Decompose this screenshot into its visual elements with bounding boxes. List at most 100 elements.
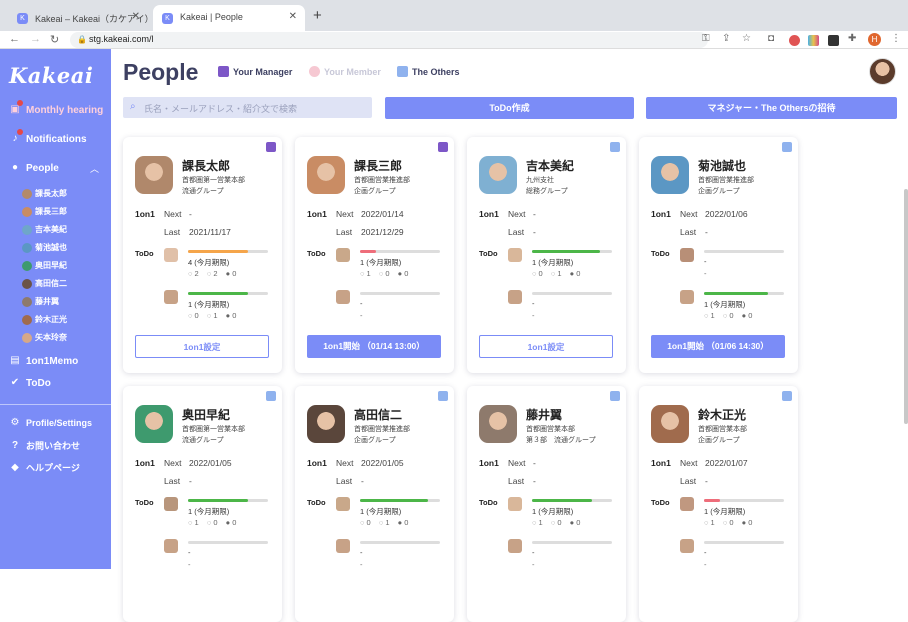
setup-1on1-button[interactable]: 1on1設定	[479, 335, 613, 358]
in-progress-count: ◌ 1	[378, 518, 390, 527]
person-name[interactable]: 高田信二	[354, 406, 402, 423]
filter-your-manager[interactable]: Your Manager	[218, 66, 292, 77]
sidebar-person[interactable]: 課長太郎	[22, 188, 67, 199]
person-card[interactable]: 菊池誠也 首都圏営業推進部 企画グループ 1on1 Next 2022/01/06 L…	[639, 137, 798, 373]
star-icon[interactable]: ☆	[742, 33, 751, 44]
main-content: People Your Manager Your Member The Othe…	[111, 49, 908, 622]
filter-label: Your Manager	[233, 66, 293, 77]
reload-icon[interactable]: ↻	[50, 33, 59, 46]
person-card[interactable]: 課長三郎 首都圏営業推進部 企画グループ 1on1 Next 2022/01/14 L…	[295, 137, 454, 373]
person-card[interactable]: 吉本美紀 九州支社 総務グループ 1on1 Next - Last - ToDo 1 (…	[467, 137, 626, 373]
todo-counts: ◌ 2 ◌ 2 ● 0	[188, 269, 278, 278]
done-count: ● 0	[569, 269, 581, 278]
extension-icon[interactable]	[828, 35, 839, 46]
todo-counts-empty: -	[704, 560, 707, 569]
sidebar-item-help[interactable]: ◆ ヘルプページ	[9, 461, 80, 474]
sidebar-person[interactable]: 菊池誠也	[22, 242, 67, 253]
person-card[interactable]: 課長太郎 首都圏第一営業本部 流通グループ 1on1 Next - Last 2021/…	[123, 137, 282, 373]
manager-badge-icon	[266, 142, 276, 152]
filter-your-member[interactable]: Your Member	[309, 66, 381, 77]
person-name[interactable]: 藤井翼	[526, 406, 562, 423]
pending-count: ◌ 2	[188, 269, 199, 278]
next-date: -	[533, 458, 536, 468]
sidebar-item-label: お問い合わせ	[26, 441, 81, 451]
sidebar-item-monthly-hearing[interactable]: ▣ Monthly hearing	[9, 100, 103, 116]
pending-count: ◌ 0	[532, 269, 543, 278]
avatar	[22, 296, 32, 307]
browser-tab-active[interactable]: K Kakeai | People ✕	[153, 5, 305, 31]
person-card[interactable]: 藤井翼 首都圏営業本部 第３部 流通グループ 1on1 Next - Last - To…	[467, 386, 626, 622]
sidebar-person[interactable]: 藤井翼	[22, 296, 59, 307]
start-1on1-button[interactable]: 1on1開始 （01/14 13:00）	[307, 335, 441, 358]
close-tab-icon[interactable]: ✕	[289, 11, 297, 22]
avatar	[336, 248, 350, 262]
manager-badge-icon	[438, 142, 448, 152]
sidebar-item-contact[interactable]: ? お問い合わせ	[9, 439, 80, 452]
check-circle-icon: ✔	[10, 377, 20, 388]
sidebar-person[interactable]: 奥田早紀	[22, 260, 67, 271]
avatar	[22, 206, 32, 217]
filter-the-others[interactable]: The Others	[397, 66, 460, 77]
person-name[interactable]: 吉本美紀	[526, 157, 574, 174]
scrollbar[interactable]	[904, 189, 908, 424]
kebab-menu-icon[interactable]: ⋮	[891, 33, 901, 44]
sidebar-item-people[interactable]: ● People	[9, 162, 59, 174]
key-icon[interactable]: ⚿	[702, 33, 710, 44]
person-name: 課長太郎	[35, 189, 67, 198]
person-card[interactable]: 奥田早紀 首都圏第一営業本部 流通グループ 1on1 Next 2022/01/05 …	[123, 386, 282, 622]
todo-summary: 1 (今月期限)	[532, 507, 574, 516]
profile-avatar[interactable]: H	[868, 33, 881, 46]
search-input[interactable]: ⌕ 氏名・メールアドレス・紹介文で検索	[123, 97, 372, 118]
back-icon[interactable]: ←	[9, 33, 20, 45]
new-tab-icon[interactable]: +	[313, 7, 322, 24]
sidebar-person[interactable]: 鈴木正光	[22, 314, 67, 325]
chevron-up-icon[interactable]: ︿	[90, 162, 99, 175]
extension-icon[interactable]	[789, 35, 800, 46]
last-date: -	[361, 476, 364, 486]
setup-1on1-button[interactable]: 1on1設定	[135, 335, 269, 358]
forward-icon[interactable]: →	[30, 33, 41, 45]
sidebar-person[interactable]: 吉本美紀	[22, 224, 67, 235]
user-avatar[interactable]	[869, 58, 896, 85]
person-card[interactable]: 高田信二 首都圏営業推進部 企画グループ 1on1 Next 2022/01/05 L…	[295, 386, 454, 622]
sidebar-item-notifications[interactable]: ♪ Notifications	[9, 129, 87, 145]
sidebar-person[interactable]: 矢本玲奈	[22, 332, 67, 343]
avatar	[651, 405, 689, 443]
done-count: ● 0	[225, 518, 237, 527]
person-name[interactable]: 課長太郎	[182, 157, 230, 174]
sidebar-item-1on1memo[interactable]: ▤ 1on1Memo	[9, 355, 78, 367]
close-tab-icon[interactable]: ✕	[132, 11, 140, 22]
todo-label: ToDo	[479, 498, 498, 507]
todo-progress-bar	[188, 292, 268, 295]
color-extension-icon[interactable]	[808, 35, 819, 46]
sidebar-item-profile-settings[interactable]: ⚙ Profile/Settings	[9, 417, 93, 429]
member-icon	[309, 66, 320, 77]
sidebar-person[interactable]: 高田信二	[22, 278, 67, 289]
avatar	[336, 497, 350, 511]
done-count: ● 0	[397, 518, 409, 527]
todo-label: ToDo	[307, 498, 326, 507]
invite-button[interactable]: マネジャー・The Othersの招待	[646, 97, 897, 119]
sidebar-person[interactable]: 課長三郎	[22, 206, 67, 217]
sidebar-item-todo[interactable]: ✔ ToDo	[9, 377, 51, 389]
share-icon[interactable]: ⇪	[722, 33, 730, 44]
person-name[interactable]: 鈴木正光	[698, 406, 746, 423]
person-card[interactable]: 鈴木正光 首都圏営業本部 企画グループ 1on1 Next 2022/01/07 La…	[639, 386, 798, 622]
done-count: ● 0	[225, 311, 237, 320]
camera-extension-icon[interactable]: ◘	[768, 33, 774, 44]
browser-tab[interactable]: K Kakeai – Kakeai（カケアイ）| M... ✕	[8, 5, 148, 31]
todo-summary: -	[532, 548, 535, 557]
address-bar[interactable]: 🔒 stg.kakeai.com/l	[70, 32, 708, 48]
avatar	[22, 278, 32, 289]
person-name[interactable]: 菊池誠也	[698, 157, 746, 174]
avatar	[479, 405, 517, 443]
person-name[interactable]: 課長三郎	[354, 157, 402, 174]
create-todo-button[interactable]: ToDo作成	[385, 97, 634, 119]
todo-summary: 1 (今月期限)	[532, 258, 574, 267]
kakeai-logo[interactable]: Kakeai	[9, 63, 93, 88]
last-date: 2021/12/29	[361, 227, 404, 237]
person-name[interactable]: 奥田早紀	[182, 406, 230, 423]
start-1on1-button[interactable]: 1on1開始 （01/06 14:30）	[651, 335, 785, 358]
pending-count: ◌ 0	[188, 311, 199, 320]
puzzle-icon[interactable]: ✚	[848, 33, 856, 44]
